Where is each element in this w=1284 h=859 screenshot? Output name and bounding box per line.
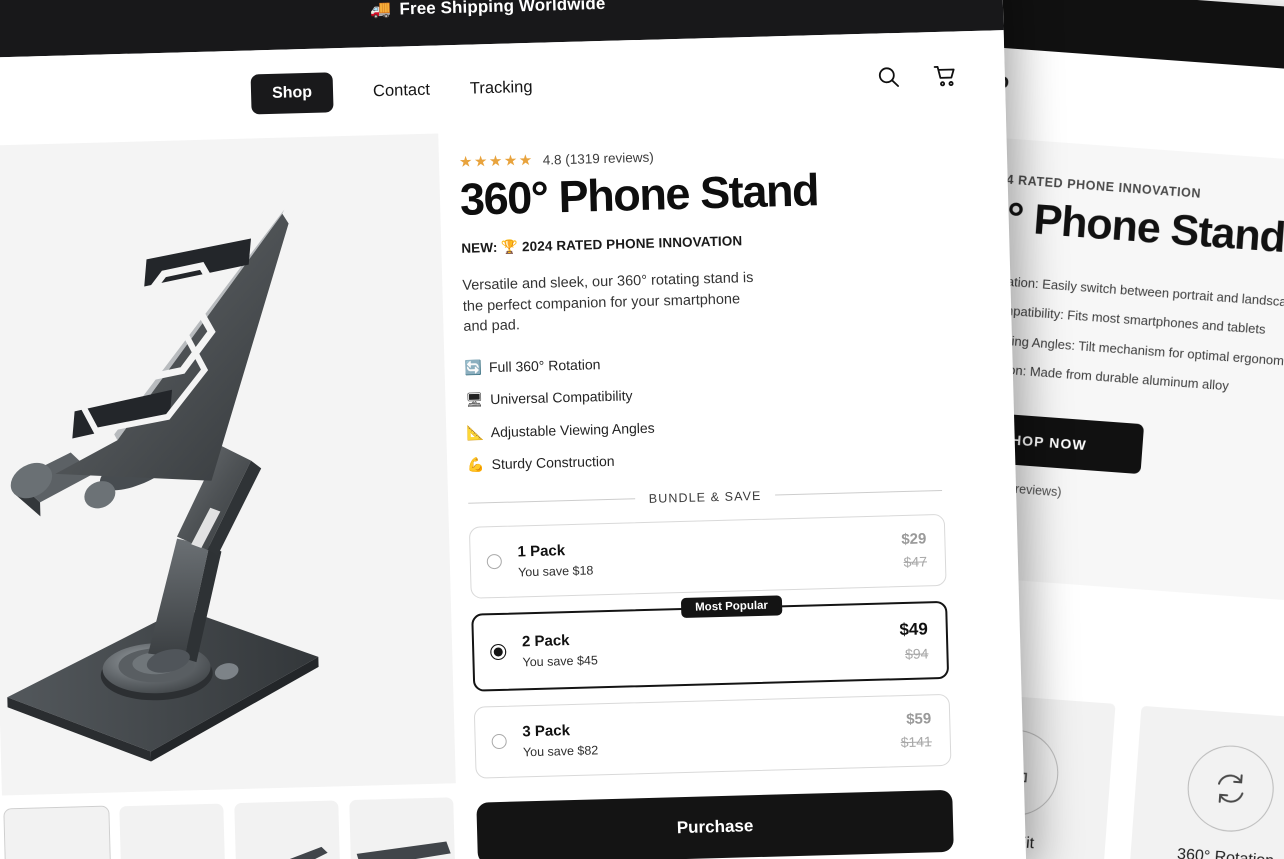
nav-item-shop[interactable]: Shop	[250, 72, 334, 115]
most-popular-badge: Most Popular	[680, 595, 783, 619]
bundle-original-price: $94	[904, 645, 929, 662]
page-title: 360° Phone Stand	[459, 164, 819, 225]
bundle-name: 2 Pack	[521, 632, 570, 651]
bundle-savings: You save $45	[522, 653, 599, 670]
feature-item: 💪 Sturdy Construction	[467, 444, 947, 474]
feature-label: Full 360° Rotation	[488, 356, 601, 376]
rotation-icon: 🔄	[464, 359, 483, 376]
thumbnail-list	[2, 797, 458, 859]
feature-card-label: 360° Rotation	[1176, 845, 1275, 859]
angle-icon: 📐	[466, 424, 484, 441]
bundle-options: 1 Pack You save $18 $29 $47 Most Popular…	[468, 513, 956, 779]
thumbnail-item[interactable]	[3, 805, 112, 859]
divider-line-right	[775, 490, 943, 496]
feature-item: 🔄 Full 360° Rotation	[464, 347, 944, 377]
truck-icon: 🚚	[369, 0, 392, 20]
product-description: Versatile and sleek, our 360° rotating s…	[462, 270, 754, 336]
bundle-text-group: 2 Pack You save $45	[522, 631, 598, 669]
star-rating-icon: ★★★★★	[458, 151, 534, 171]
bundle-price: $29	[901, 530, 927, 549]
purchase-button[interactable]: Purchase	[476, 789, 954, 859]
free-shipping-text: Free Shipping Worldwide	[399, 0, 606, 19]
bundle-original-price: $141	[900, 733, 933, 751]
rotation-arrows-icon	[1184, 742, 1277, 835]
bundle-price-group: $49 $94	[899, 619, 929, 662]
bundle-name: 1 Pack	[517, 542, 566, 561]
bundle-text-group: 1 Pack You save $18	[517, 541, 593, 579]
screenshot-stage: gvo 🏆 2024 RATED PHONE INNOVATION 60° Ph…	[0, 0, 1284, 859]
bundle-price-group: $59 $141	[900, 711, 932, 751]
feature-label: Universal Compatibility	[489, 387, 633, 408]
muscle-icon: 💪	[466, 456, 485, 474]
bundle-savings: You save $82	[522, 743, 599, 760]
bundle-divider: BUNDLE & SAVE	[468, 484, 948, 511]
product-gallery	[0, 133, 460, 859]
bundle-divider-label: BUNDLE & SAVE	[648, 488, 762, 506]
product-page: 🚚 Free Shipping Worldwide Shop Contact T…	[0, 0, 1027, 859]
feature-item: 📐 Adjustable Viewing Angles	[466, 412, 946, 442]
bundle-option-1-pack[interactable]: 1 Pack You save $18 $29 $47	[468, 513, 947, 599]
product-body: ★★★★★ 4.8 (1319 reviews) 360° Phone Stan…	[0, 118, 1026, 859]
search-icon[interactable]	[876, 64, 903, 91]
bundle-price: $59	[905, 710, 932, 729]
award-eyebrow: NEW: 🏆 2024 RATED PHONE INNOVATION	[461, 233, 743, 257]
product-info: ★★★★★ 4.8 (1319 reviews) 360° Phone Stan…	[438, 119, 1000, 859]
bundle-price-group: $29 $47	[901, 531, 927, 571]
thumbnail-item[interactable]	[119, 803, 226, 859]
bundle-savings: You save $18	[517, 563, 594, 580]
feature-item: 🖥 Universal Compatibility	[465, 379, 945, 409]
rating-text: 4.8 (1319 reviews)	[542, 149, 654, 168]
divider-line-left	[468, 498, 635, 505]
thumbnail-item[interactable]	[349, 797, 456, 859]
radio-button[interactable]	[486, 554, 503, 570]
radio-button[interactable]	[491, 734, 507, 750]
feature-card[interactable]: 360° Rotation	[1127, 705, 1284, 859]
feature-label: Adjustable Viewing Angles	[490, 419, 655, 441]
bundle-original-price: $47	[903, 553, 928, 571]
feature-list: 🔄 Full 360° Rotation 🖥 Universal Compati…	[464, 347, 947, 475]
bundle-name: 3 Pack	[522, 722, 571, 741]
cart-icon[interactable]	[931, 62, 959, 90]
nav-item-contact[interactable]: Contact	[373, 80, 430, 101]
thumbnail-item[interactable]	[234, 800, 341, 859]
monitor-icon: 🖥	[465, 391, 484, 409]
radio-button[interactable]	[490, 643, 507, 661]
feature-label: Sturdy Construction	[491, 453, 615, 473]
bundle-text-group: 3 Pack You save $82	[522, 721, 598, 759]
bundle-price: $49	[899, 619, 929, 640]
nav-item-tracking[interactable]: Tracking	[470, 77, 533, 98]
bundle-option-2-pack[interactable]: Most Popular 2 Pack You save $45 $49 $94	[471, 595, 950, 692]
bundle-option-3-pack[interactable]: 3 Pack You save $82 $59 $141	[473, 693, 952, 779]
product-main-image[interactable]	[0, 133, 456, 796]
